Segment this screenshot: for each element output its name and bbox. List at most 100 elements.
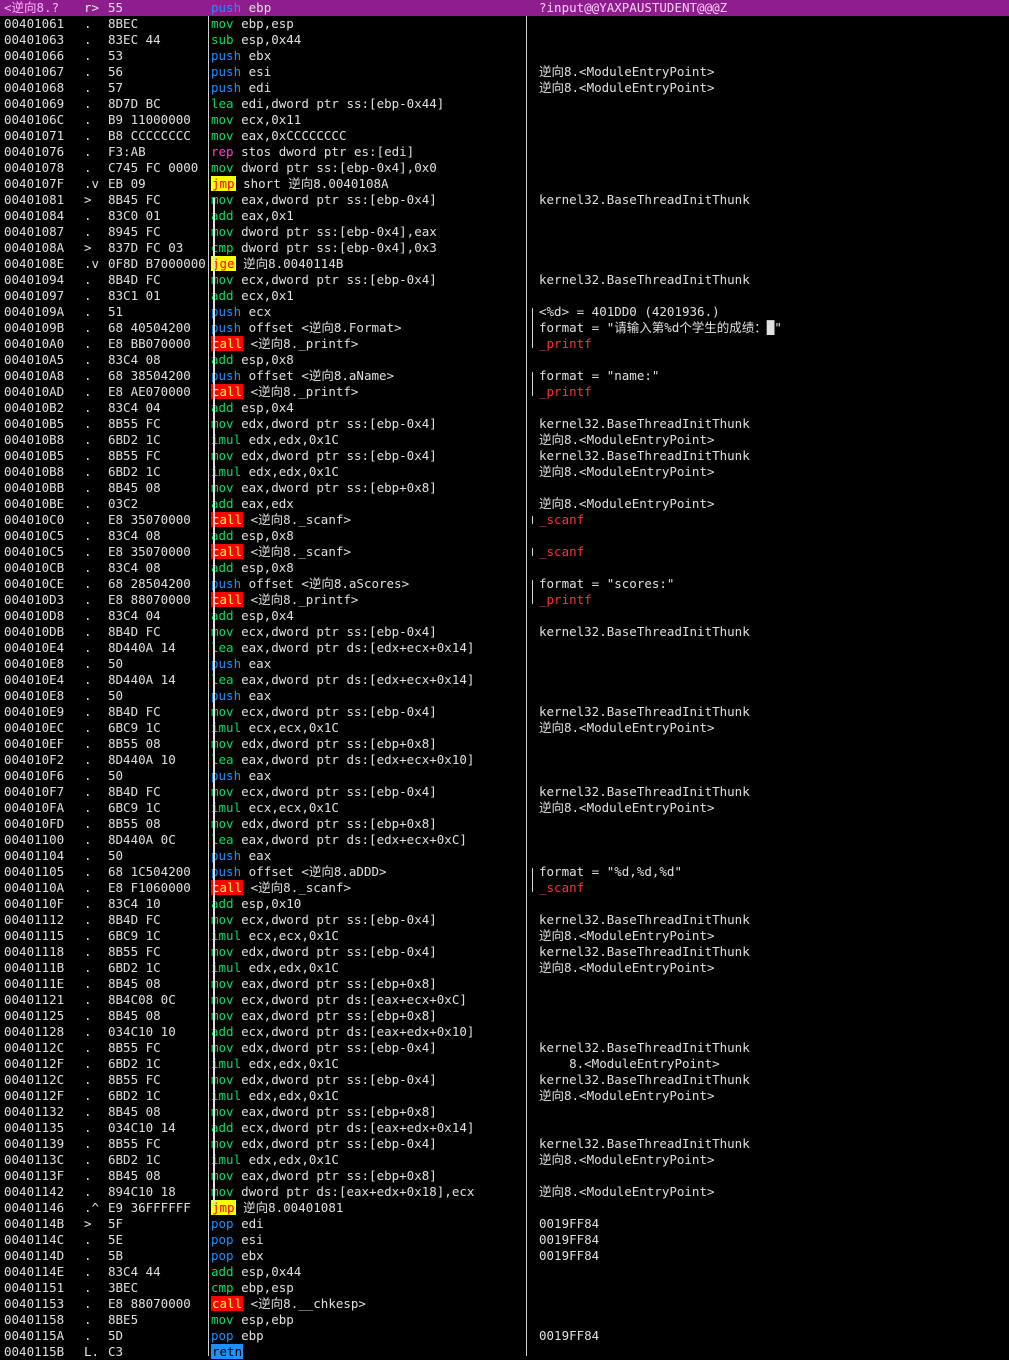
disasm-row[interactable]: 00401158. 8BE5 mov esp,ebp xyxy=(0,1312,1009,1328)
disasm-row[interactable]: 004010FD. 8B55 08 mov edx,dword ptr ss:[eb… xyxy=(0,816,1009,832)
comment-cell: kernel32.BaseThreadInitThunk xyxy=(539,912,750,927)
disasm-row[interactable]: 004010CE. 68 28504200 push offset <逆向8.aSc… xyxy=(0,576,1009,592)
disasm-row[interactable]: 0040113F. 8B45 08 mov eax,dword ptr ss:[eb… xyxy=(0,1168,1009,1184)
disasm-row[interactable]: 00401135. 034C10 14 add ecx,dword ptr ds:[… xyxy=(0,1120,1009,1136)
disasm-row[interactable]: 0040109B. 68 40504200 push offset <逆向8.For… xyxy=(0,320,1009,336)
disasm-row[interactable]: 004010C5. 83C4 08 add esp,0x8 xyxy=(0,528,1009,544)
disasm-row[interactable]: 00401139. 8B55 FC mov edx,dword ptr ss:[eb… xyxy=(0,1136,1009,1152)
disasm-row[interactable]: 004010BE. 03C2 add eax,edx 逆向8.<ModuleEntry… xyxy=(0,496,1009,512)
disasm-row[interactable]: 004010A0. E8 BB070000 call <逆向8._printf> _p… xyxy=(0,336,1009,352)
disasm-row[interactable]: 004010F7. 8B4D FC mov ecx,dword ptr ss:[eb… xyxy=(0,784,1009,800)
disasm-row[interactable]: 00401132. 8B45 08 mov eax,dword ptr ss:[eb… xyxy=(0,1104,1009,1120)
disasm-row[interactable]: 004010E8. 50 push eax xyxy=(0,656,1009,672)
disasm-row[interactable]: 0040108E .v 0F8D B7000000 jge 逆向8.0040114B xyxy=(0,256,1009,272)
address-cell: 00401121 xyxy=(4,992,65,1007)
disasm-row[interactable]: 00401146 .^ E9 36FFFFFF jmp 逆向8.00401081 xyxy=(0,1200,1009,1216)
disasm-row[interactable]: 0040109A. 51 push ecx <%d> = 401DD0 (420193… xyxy=(0,304,1009,320)
disasm-row[interactable]: 004010BB. 8B45 08 mov eax,dword ptr ss:[eb… xyxy=(0,480,1009,496)
disasm-row[interactable]: 00401068. 57 push edi 逆向8.<ModuleEntryPoint… xyxy=(0,80,1009,96)
disasm-row[interactable]: 0040106C. B9 11000000 mov ecx,0x11 xyxy=(0,112,1009,128)
disasm-row[interactable]: 0040107F .v EB 09 jmp short 逆向8.0040108A xyxy=(0,176,1009,192)
hex-bytes-cell: 83C4 04 xyxy=(108,608,161,623)
disasm-row[interactable]: 0040115B L. C3 retn xyxy=(0,1344,1009,1360)
comment-cell xyxy=(539,48,1009,64)
disasm-row[interactable]: 004010B8. 6BD2 1C imul edx,edx,0x1C 逆向8.<Mo… xyxy=(0,432,1009,448)
disasm-row[interactable]: 00401069. 8D7D BC lea edi,dword ptr ss:[eb… xyxy=(0,96,1009,112)
disasm-row[interactable]: 00401063. 83EC 44 sub esp,0x44 xyxy=(0,32,1009,48)
disasm-row[interactable]: 0040113C. 6BD2 1C imul edx,edx,0x1C 逆向8.<Mo… xyxy=(0,1152,1009,1168)
disasm-row[interactable]: 0040114C. 5E pop esi 0019FF84 xyxy=(0,1232,1009,1248)
disasm-row[interactable]: 004010E4. 8D440A 14 lea eax,dword ptr ds:[… xyxy=(0,672,1009,688)
disasm-row[interactable]: 004010C5. E8 35070000 call <逆向8._scanf> _sc… xyxy=(0,544,1009,560)
instruction-cell: mov dword ptr ds:[eax+edx+0x18],ecx xyxy=(211,1184,523,1200)
disasm-row[interactable]: 00401128. 034C10 10 add ecx,dword ptr ds:[… xyxy=(0,1024,1009,1040)
disasm-row[interactable]: 0040112C. 8B55 FC mov edx,dword ptr ss:[eb… xyxy=(0,1040,1009,1056)
disasm-row[interactable]: 0040112F. 6BD2 1C imul edx,edx,0x1C 8.<Mod… xyxy=(0,1056,1009,1072)
disasm-row[interactable]: 00401071. B8 CCCCCCCC mov eax,0xCCCCCCCC xyxy=(0,128,1009,144)
disasm-row[interactable]: 0040112C. 8B55 FC mov edx,dword ptr ss:[eb… xyxy=(0,1072,1009,1088)
disasm-row[interactable]: 0040114D. 5B pop ebx 0019FF84 xyxy=(0,1248,1009,1264)
hex-bytes-cell: 55 xyxy=(108,0,124,15)
disasm-row[interactable]: <逆向8.? r> 55 push ebp ?input@@YAXPAUSTUDENT@… xyxy=(0,0,1009,16)
disasm-row[interactable]: 00401061. 8BEC mov ebp,esp xyxy=(0,16,1009,32)
disasm-row[interactable]: 004010F2. 8D440A 10 lea eax,dword ptr ds:[… xyxy=(0,752,1009,768)
disasm-row[interactable]: 00401112. 8B4D FC mov ecx,dword ptr ss:[eb… xyxy=(0,912,1009,928)
disasm-row[interactable]: 0040110A. E8 F1060000 call <逆向8._scanf> _sc… xyxy=(0,880,1009,896)
disasm-row[interactable]: 00401115. 6BC9 1C imul ecx,ecx,0x1C 逆向8.<Mo… xyxy=(0,928,1009,944)
disasm-row[interactable]: 004010AD. E8 AE070000 call <逆向8._printf> _p… xyxy=(0,384,1009,400)
disasm-row[interactable]: 00401105. 68 1C504200 push offset <逆向8.aDD… xyxy=(0,864,1009,880)
disasm-row[interactable]: 004010E9. 8B4D FC mov ecx,dword ptr ss:[eb… xyxy=(0,704,1009,720)
disasm-row[interactable]: 00401104. 50 push eax xyxy=(0,848,1009,864)
operands: ebp xyxy=(241,1328,264,1343)
disasm-row[interactable]: 004010B5. 8B55 FC mov edx,dword ptr ss:[eb… xyxy=(0,448,1009,464)
hex-bytes-cell: 8B45 08 xyxy=(108,1168,161,1183)
disasm-row[interactable]: 004010FA. 6BC9 1C imul ecx,ecx,0x1C 逆向8.<Mo… xyxy=(0,800,1009,816)
instruction-cell: mov edx,dword ptr ss:[ebp-0x4] xyxy=(211,1072,523,1088)
address-cell: 00401153 xyxy=(4,1296,65,1311)
flow-marker: . xyxy=(84,1328,92,1343)
disasm-row[interactable]: 004010CB. 83C4 08 add esp,0x8 xyxy=(0,560,1009,576)
disassembly-view[interactable]: <逆向8.? r> 55 push ebp ?input@@YAXPAUSTUDENT@… xyxy=(0,0,1009,1359)
disasm-row[interactable]: 0040114B >5F pop edi 0019FF84 xyxy=(0,1216,1009,1232)
disasm-row[interactable]: 004010D3. E8 88070000 call <逆向8._printf> _p… xyxy=(0,592,1009,608)
disasm-row[interactable]: 00401153. E8 88070000 call <逆向8.__chkesp> xyxy=(0,1296,1009,1312)
disasm-row[interactable]: 00401067. 56 push esi 逆向8.<ModuleEntryPoint… xyxy=(0,64,1009,80)
disasm-row[interactable]: 00401066. 53 push ebx xyxy=(0,48,1009,64)
disasm-row[interactable]: 00401084. 83C0 01 add eax,0x1 xyxy=(0,208,1009,224)
disasm-row[interactable]: 00401076. F3:AB rep stos dword ptr es:[edi… xyxy=(0,144,1009,160)
disasm-row[interactable]: 004010EC. 6BC9 1C imul ecx,ecx,0x1C 逆向8.<Mo… xyxy=(0,720,1009,736)
disasm-row[interactable]: 00401125. 8B45 08 mov eax,dword ptr ss:[eb… xyxy=(0,1008,1009,1024)
disasm-row[interactable]: 00401100. 8D440A 0C lea eax,dword ptr ds:[… xyxy=(0,832,1009,848)
disasm-row[interactable]: 0040111E. 8B45 08 mov eax,dword ptr ss:[eb… xyxy=(0,976,1009,992)
disasm-row[interactable]: 00401121. 8B4C08 0C mov ecx,dword ptr ds:[… xyxy=(0,992,1009,1008)
disasm-row[interactable]: 0040112F. 6BD2 1C imul edx,edx,0x1C 逆向8.<Mo… xyxy=(0,1088,1009,1104)
disasm-row[interactable]: 0040115A. 5D pop ebp 0019FF84 xyxy=(0,1328,1009,1344)
disasm-row[interactable]: 004010F6. 50 push eax xyxy=(0,768,1009,784)
disasm-row[interactable]: 0040110F. 83C4 10 add esp,0x10 xyxy=(0,896,1009,912)
disasm-row[interactable]: 004010A5. 83C4 08 add esp,0x8 xyxy=(0,352,1009,368)
disasm-row[interactable]: 004010B2. 83C4 04 add esp,0x4 xyxy=(0,400,1009,416)
disasm-row[interactable]: 0040111B. 6BD2 1C imul edx,edx,0x1C 逆向8.<Mo… xyxy=(0,960,1009,976)
disasm-row[interactable]: 0040108A >837D FC 03 cmp dword ptr ss:[ebp… xyxy=(0,240,1009,256)
disasm-row[interactable]: 00401142. 894C10 18 mov dword ptr ds:[eax+… xyxy=(0,1184,1009,1200)
disasm-row[interactable]: 00401118. 8B55 FC mov edx,dword ptr ss:[eb… xyxy=(0,944,1009,960)
disasm-row[interactable]: 004010EF. 8B55 08 mov edx,dword ptr ss:[eb… xyxy=(0,736,1009,752)
disasm-row[interactable]: 004010B8. 6BD2 1C imul edx,edx,0x1C 逆向8.<Mo… xyxy=(0,464,1009,480)
disasm-row[interactable]: 00401097. 83C1 01 add ecx,0x1 xyxy=(0,288,1009,304)
disasm-row[interactable]: 004010C0. E8 35070000 call <逆向8._scanf> _sc… xyxy=(0,512,1009,528)
disasm-row[interactable]: 00401078. C745 FC 0000 mov dword ptr ss:[e… xyxy=(0,160,1009,176)
disasm-row[interactable]: 004010E4. 8D440A 14 lea eax,dword ptr ds:[… xyxy=(0,640,1009,656)
disasm-row[interactable]: 004010A8. 68 38504200 push offset <逆向8.aNa… xyxy=(0,368,1009,384)
flow-marker: . xyxy=(84,224,92,239)
disasm-row[interactable]: 0040114E. 83C4 44 add esp,0x44 xyxy=(0,1264,1009,1280)
disasm-row[interactable]: 004010B5. 8B55 FC mov edx,dword ptr ss:[eb… xyxy=(0,416,1009,432)
disasm-row[interactable]: 00401081 >8B45 FC mov eax,dword ptr ss:[eb… xyxy=(0,192,1009,208)
disasm-row[interactable]: 00401094. 8B4D FC mov ecx,dword ptr ss:[eb… xyxy=(0,272,1009,288)
disasm-row[interactable]: 004010DB. 8B4D FC mov ecx,dword ptr ss:[eb… xyxy=(0,624,1009,640)
instruction-cell: lea edi,dword ptr ss:[ebp-0x44] xyxy=(211,96,523,112)
disasm-row[interactable]: 00401151. 3BEC cmp ebp,esp xyxy=(0,1280,1009,1296)
comment-cell xyxy=(539,752,1009,768)
disasm-row[interactable]: 00401087. 8945 FC mov dword ptr ss:[ebp-0x… xyxy=(0,224,1009,240)
disasm-row[interactable]: 004010D8. 83C4 04 add esp,0x4 xyxy=(0,608,1009,624)
disasm-row[interactable]: 004010E8. 50 push eax xyxy=(0,688,1009,704)
